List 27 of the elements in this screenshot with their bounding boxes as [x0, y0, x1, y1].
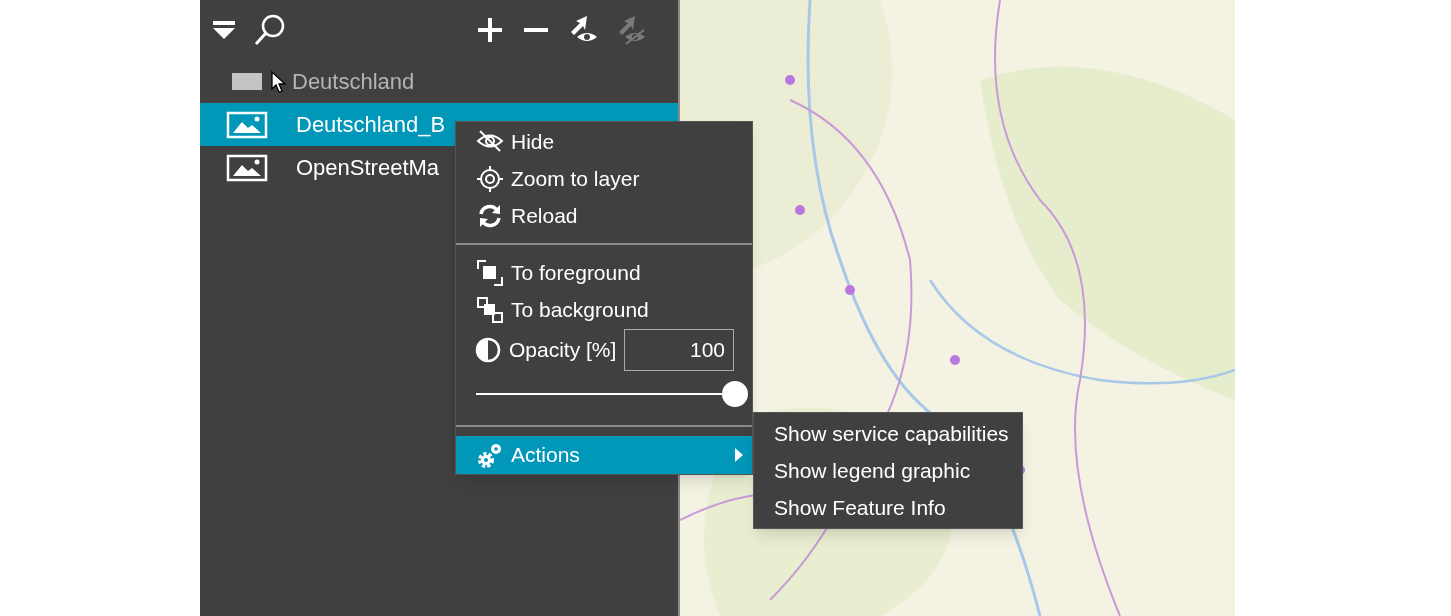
foreground-icon — [476, 258, 504, 287]
layer-row[interactable]: Deutschland — [200, 60, 678, 103]
opacity-label: Opacity [%] — [509, 337, 617, 364]
menu-item[interactable]: Reload — [456, 197, 752, 234]
layer-name: OpenStreetMa — [296, 154, 440, 182]
collapse-icon — [212, 20, 236, 40]
target-icon — [476, 164, 504, 193]
slider-thumb[interactable] — [722, 381, 748, 407]
plus-icon — [477, 17, 503, 43]
opacity-slider[interactable] — [476, 381, 748, 407]
menu-item[interactable]: Zoom to layer — [456, 160, 752, 197]
search-icon — [253, 13, 287, 47]
image-icon — [226, 153, 268, 182]
opacity-input[interactable]: 100 — [624, 329, 734, 371]
submenu-item[interactable]: Show legend graphic — [754, 452, 1022, 489]
minus-icon — [524, 28, 548, 32]
background-icon — [476, 295, 504, 324]
gears-icon — [476, 441, 504, 469]
submenu-item[interactable]: Show service capabilities — [754, 415, 1022, 452]
layer-name: Deutschland_B — [296, 111, 446, 139]
submenu-arrow-icon — [734, 448, 744, 462]
submenu-item[interactable]: Show Feature Info — [754, 489, 1022, 526]
contrast-icon — [474, 336, 502, 364]
menu-item[interactable]: To foreground — [456, 254, 752, 291]
menu-item[interactable]: To background — [456, 291, 752, 328]
layer-name: Deutschland — [292, 68, 415, 96]
image-icon — [226, 110, 268, 139]
